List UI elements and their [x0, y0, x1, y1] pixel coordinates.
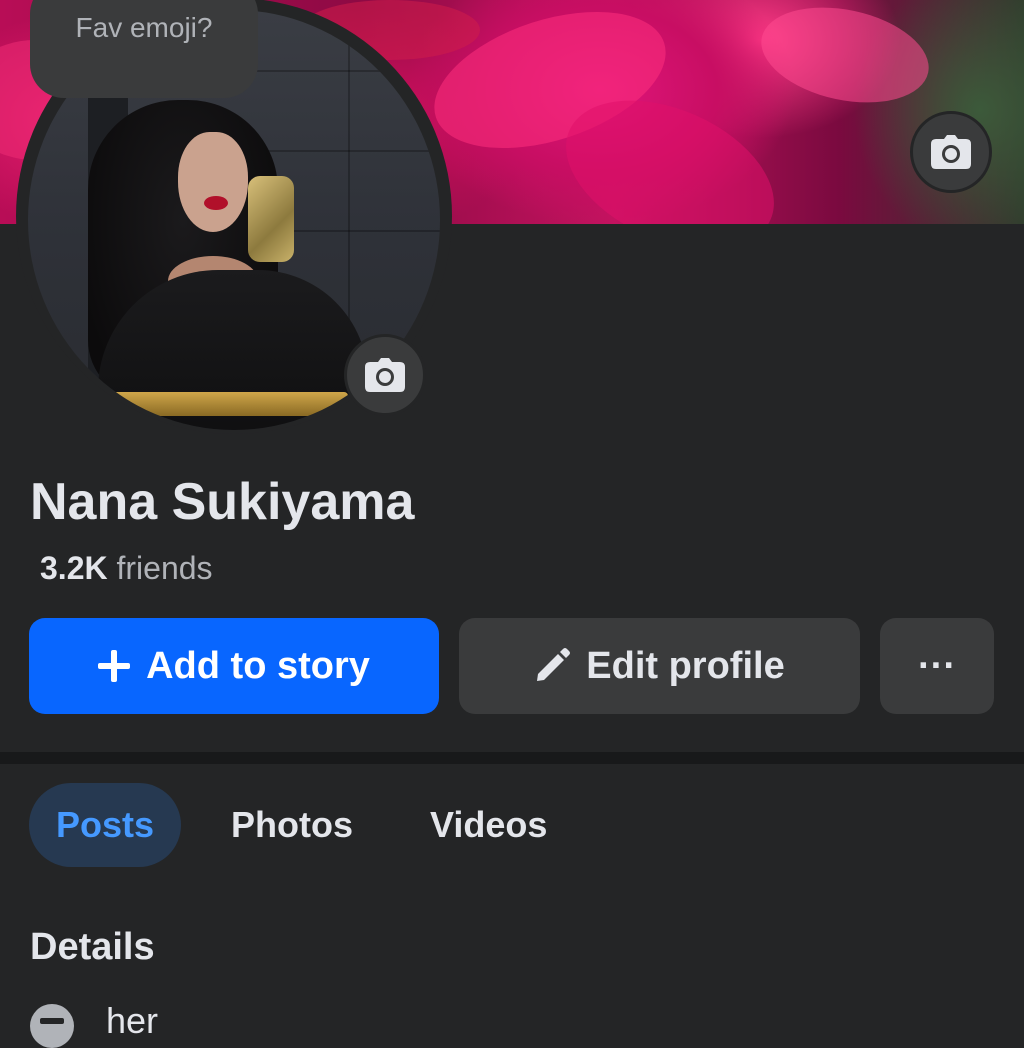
note-bubble-text: Fav emoji? [75, 12, 213, 43]
avatar-camera-button[interactable] [344, 334, 426, 416]
details-heading: Details [30, 926, 155, 968]
friends-count-label: friends [116, 550, 213, 586]
profile-detail-icon [30, 1004, 74, 1048]
tab-posts-label: Posts [55, 804, 155, 845]
detail-item-text: her [106, 1000, 159, 1041]
note-bubble[interactable]: Fav emoji? [30, 0, 258, 98]
edit-profile-button[interactable]: Edit profile [459, 618, 860, 714]
tab-photos[interactable]: Photos [231, 783, 353, 867]
friends-count[interactable]: 3.2K friends [40, 550, 213, 587]
profile-name: Nana Sukiyama [30, 473, 415, 531]
tab-photos-label: Photos [231, 804, 353, 845]
camera-icon [931, 135, 971, 169]
plus-icon [98, 650, 131, 682]
cover-camera-button[interactable] [910, 111, 992, 193]
more-options-button[interactable]: ··· [880, 618, 994, 714]
friends-count-value: 3.2K [40, 550, 108, 586]
camera-icon [365, 358, 405, 392]
more-options-label: ··· [918, 644, 956, 687]
add-to-story-label: Add to story [146, 644, 370, 687]
tab-posts[interactable]: Posts [29, 783, 181, 867]
add-to-story-button[interactable]: Add to story [29, 618, 439, 714]
tab-videos-label: Videos [430, 804, 548, 845]
section-divider [0, 752, 1024, 764]
edit-profile-label: Edit profile [586, 644, 785, 687]
tab-videos[interactable]: Videos [430, 783, 547, 867]
pencil-icon [537, 648, 571, 681]
